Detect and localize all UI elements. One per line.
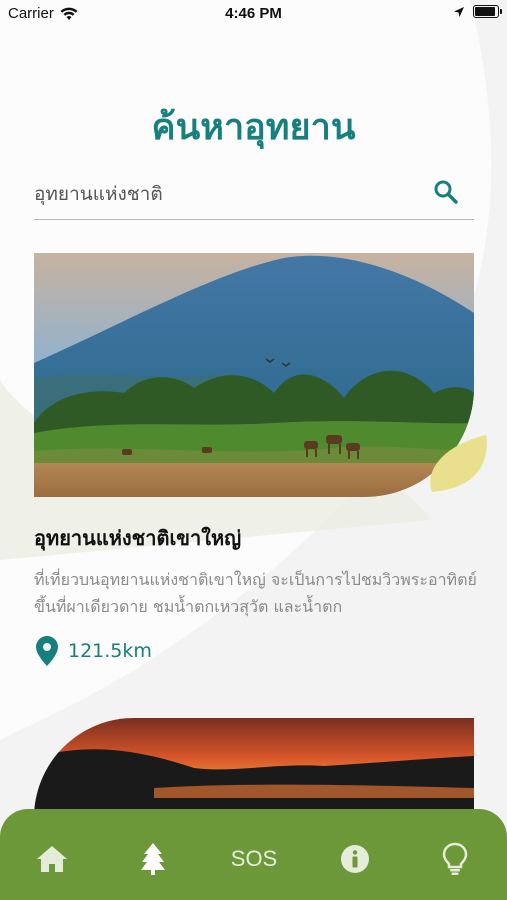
park-card-image-2[interactable] xyxy=(34,718,474,818)
tab-info[interactable] xyxy=(333,839,377,879)
distance-value: 121.5km xyxy=(68,640,152,662)
decorative-leaf xyxy=(430,435,487,492)
battery-icon xyxy=(473,5,502,18)
home-icon xyxy=(37,846,67,872)
lightbulb-icon xyxy=(442,842,468,875)
tab-tips[interactable] xyxy=(433,839,477,879)
tree-icon xyxy=(141,843,165,875)
search-bar xyxy=(34,172,474,220)
page-title: ค้นหาอุทยาน xyxy=(151,107,356,148)
tab-parks[interactable] xyxy=(131,839,175,879)
park-name[interactable]: อุทยานแห่งชาติเขาใหญ่ xyxy=(34,522,241,554)
search-icon[interactable] xyxy=(432,178,460,206)
search-input[interactable] xyxy=(34,178,414,210)
info-icon xyxy=(341,845,369,873)
distance-row: 121.5km xyxy=(36,636,152,666)
tab-home[interactable] xyxy=(30,839,74,879)
tab-bar: SOS xyxy=(0,809,507,900)
tab-sos[interactable]: SOS xyxy=(230,839,278,879)
status-bar: Carrier 4:46 PM xyxy=(0,0,507,30)
clock: 4:46 PM xyxy=(225,5,282,22)
park-description: ที่เที่ยวบนอุทยานแห่งชาติเขาใหญ่ จะเป็นก… xyxy=(34,570,477,616)
park-card-image[interactable] xyxy=(34,253,474,497)
sos-label: SOS xyxy=(230,846,278,871)
location-arrow-icon xyxy=(454,6,464,17)
location-pin-icon xyxy=(36,636,58,666)
